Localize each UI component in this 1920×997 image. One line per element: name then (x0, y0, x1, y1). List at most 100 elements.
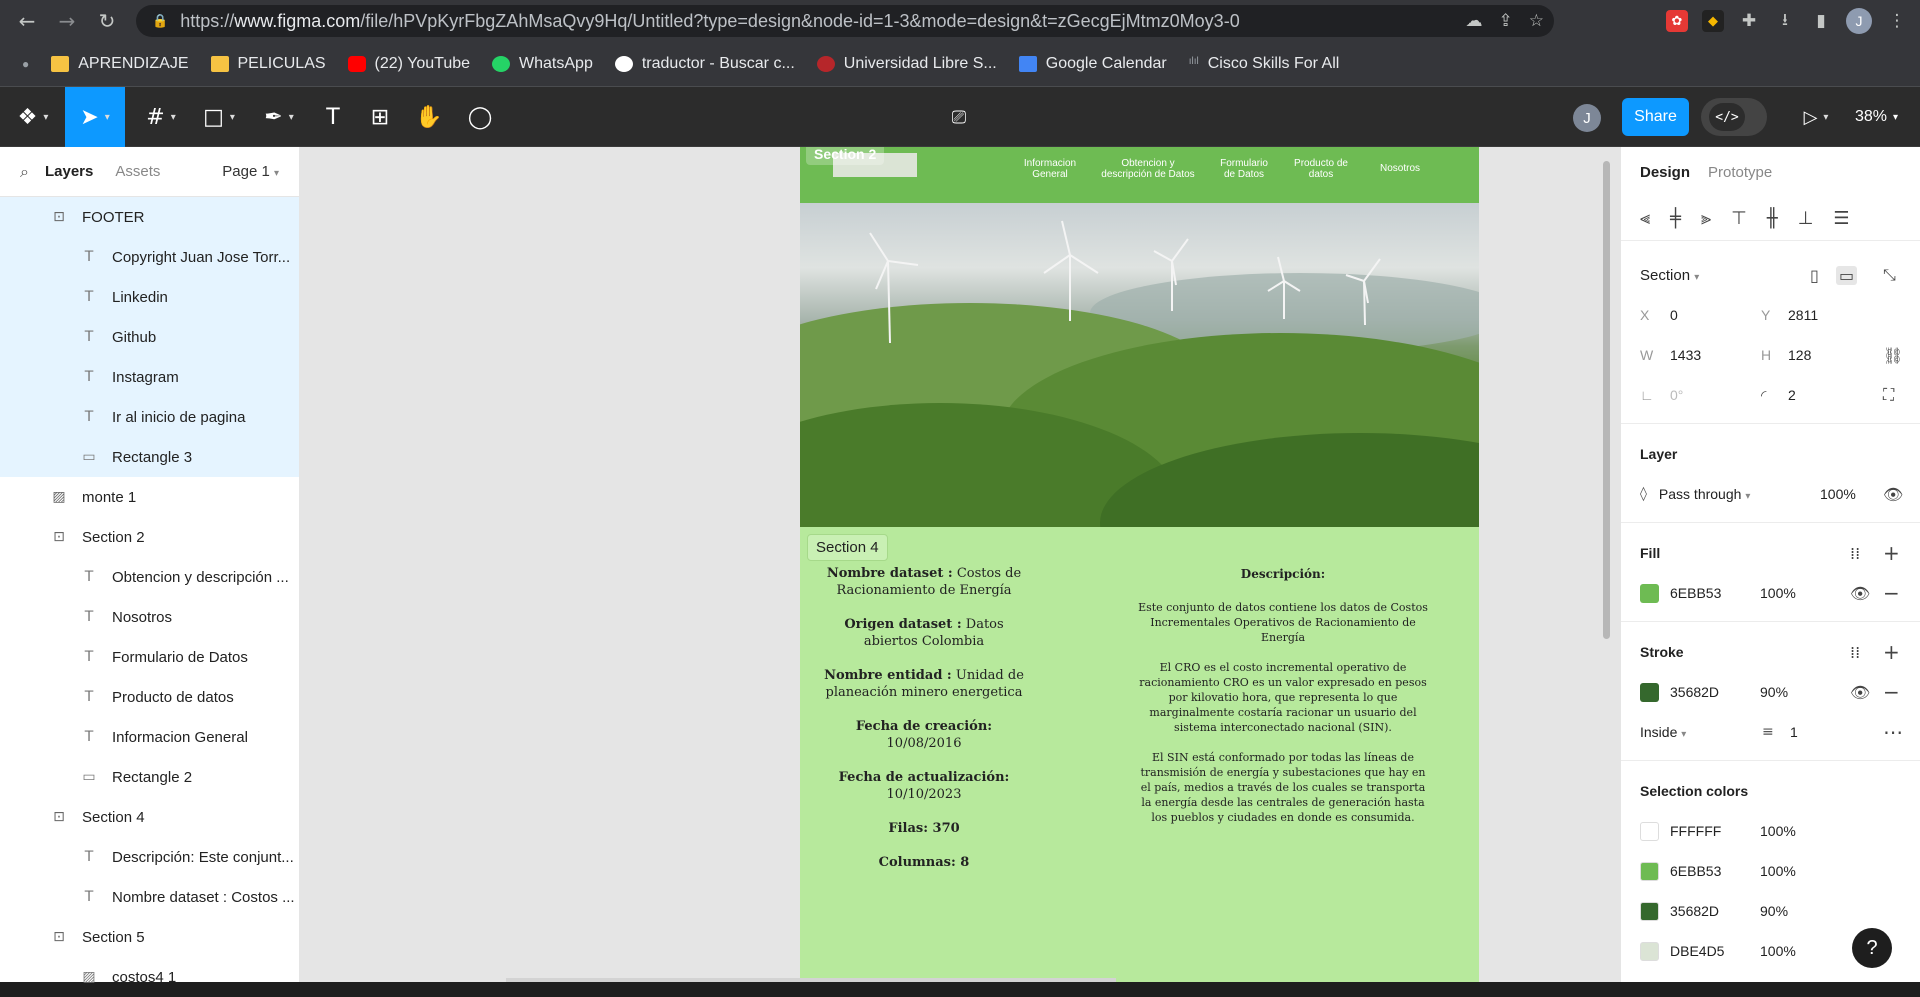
layer-row[interactable]: ▨ monte 1 (0, 477, 299, 517)
color-swatch[interactable] (1640, 861, 1659, 881)
address-bar[interactable]: 🔒 https://www.figma.com/file/hPVpKyrFbgZ… (136, 5, 1554, 37)
layer-row[interactable]: T Descripción: Este conjunt... (0, 837, 299, 877)
bookmark-item[interactable]: (22) YouTube (347, 55, 470, 73)
extension-icon[interactable]: ◆ (1702, 10, 1724, 32)
more-options-icon[interactable]: ⋯ (1883, 720, 1903, 744)
layer-row[interactable]: T Nosotros (0, 597, 299, 637)
section-2-label[interactable]: Section 2 (806, 147, 885, 165)
align-center-h-icon[interactable]: ╪ (1670, 208, 1681, 229)
nav-link-obtencion[interactable]: Obtencion y descripción de Datos (1098, 158, 1198, 180)
description-text[interactable]: Descripción: Este conjunto de datos cont… (1138, 567, 1428, 840)
shape-tool-icon[interactable]: □ ▾ (198, 87, 240, 147)
layer-row[interactable]: ▭ Rectangle 2 (0, 757, 299, 797)
stroke-opacity-input[interactable]: 90% (1760, 684, 1788, 700)
dev-mode-icon[interactable]: ⎚ (944, 87, 974, 147)
independent-corners-icon[interactable]: ⛶ (1883, 385, 1894, 405)
pen-tool-icon[interactable]: ✒ ▾ (258, 87, 300, 147)
align-right-icon[interactable]: ⫸ (1701, 208, 1711, 229)
rotation-input[interactable]: 0° (1670, 387, 1683, 403)
style-grid-icon[interactable]: ⁞⁞ (1850, 544, 1860, 563)
layer-row[interactable]: T Obtencion y descripción ... (0, 557, 299, 597)
color-hex[interactable]: 6EBB53 (1670, 863, 1721, 879)
move-tool-icon[interactable]: ➤ ▾ (65, 87, 125, 147)
section-4-frame[interactable]: Section 4 Nombre dataset : Costos de Rac… (800, 527, 1479, 982)
puzzle-icon[interactable]: ✚ (1738, 10, 1760, 32)
hand-tool-icon[interactable]: ✋ (414, 87, 444, 147)
tab-assets[interactable]: Assets (115, 163, 160, 180)
text-tool-icon[interactable]: T (318, 87, 348, 147)
align-left-icon[interactable]: ⫷ (1640, 208, 1650, 229)
color-swatch[interactable] (1640, 901, 1659, 921)
search-icon[interactable]: ⌕ (20, 162, 29, 182)
frame-type-dropdown[interactable]: Section ▾ (1640, 267, 1699, 284)
x-input[interactable]: 0 (1670, 307, 1678, 323)
bookmark-apps[interactable]: ● (22, 57, 29, 71)
bookmark-item[interactable]: PELICULAS (210, 55, 326, 73)
tab-layers[interactable]: Layers (45, 163, 93, 180)
help-button[interactable]: ? (1852, 928, 1892, 968)
landscape-icon[interactable]: ▭ (1836, 265, 1858, 285)
present-icon[interactable]: ▷ ▾ (1796, 87, 1836, 147)
figma-menu-icon[interactable]: ❖ ▾ (12, 87, 54, 147)
hero-landscape-image[interactable] (800, 203, 1479, 527)
horizontal-scrollbar[interactable] (506, 978, 1116, 982)
layer-row[interactable]: T Github (0, 317, 299, 357)
layer-row[interactable]: T Producto de datos (0, 677, 299, 717)
align-bottom-icon[interactable]: ⊥ (1798, 208, 1814, 229)
section-4-label[interactable]: Section 4 (807, 534, 888, 561)
fill-opacity-input[interactable]: 100% (1760, 585, 1796, 601)
nav-link-nosotros[interactable]: Nosotros (1372, 163, 1428, 180)
color-hex[interactable]: DBE4D5 (1670, 943, 1724, 959)
radius-input[interactable]: 2 (1788, 387, 1796, 403)
download-icon[interactable]: ⭳ (1774, 10, 1796, 32)
bookmark-item[interactable]: WhatsApp (492, 55, 593, 73)
bookmark-item[interactable]: Universidad Libre S... (816, 55, 997, 73)
layer-row[interactable]: ⊡ Section 4 (0, 797, 299, 837)
forward-icon[interactable]: → (54, 8, 80, 34)
bookmark-star-icon[interactable]: ☆ (1529, 11, 1544, 31)
layer-row[interactable]: T Instagram (0, 357, 299, 397)
share-page-icon[interactable]: ⇪ (1499, 11, 1513, 31)
stroke-hex-input[interactable]: 35682D (1670, 684, 1719, 700)
zoom-control[interactable]: 38% ▾ (1855, 87, 1898, 147)
design-canvas[interactable]: Section 2 Informacion General Obtencion … (300, 147, 1620, 982)
layer-row[interactable]: ▨ costos4 1 (0, 957, 299, 997)
add-fill-icon[interactable]: + (1883, 541, 1900, 565)
layer-row[interactable]: T Nombre dataset : Costos ... (0, 877, 299, 917)
extension-icon[interactable]: ✿ (1666, 10, 1688, 32)
blend-mode-dropdown[interactable]: Pass through ▾ (1659, 486, 1750, 502)
layer-row[interactable]: ⊡ FOOTER (0, 197, 299, 237)
color-opacity[interactable]: 100% (1760, 863, 1796, 879)
page-selector[interactable]: Page 1 ▾ (222, 163, 279, 180)
selection-color-row[interactable]: 35682D 90% (1640, 891, 1901, 931)
color-hex[interactable]: FFFFFF (1670, 823, 1721, 839)
add-stroke-icon[interactable]: + (1883, 640, 1900, 664)
stroke-swatch[interactable] (1640, 682, 1659, 702)
tab-prototype[interactable]: Prototype (1708, 164, 1772, 181)
visibility-eye-icon[interactable]: 👁 (1850, 683, 1870, 702)
vertical-scrollbar[interactable] (1603, 161, 1610, 639)
layer-row[interactable]: ⊡ Section 5 (0, 917, 299, 957)
selection-color-row[interactable]: FFFFFF 100% (1640, 811, 1901, 851)
sidepanel-icon[interactable]: ▮ (1810, 10, 1832, 32)
layer-row[interactable]: T Linkedin (0, 277, 299, 317)
reload-icon[interactable]: ↻ (94, 8, 120, 34)
cloud-icon[interactable]: ☁ (1466, 11, 1483, 31)
visibility-eye-icon[interactable]: 👁 (1850, 584, 1870, 603)
portrait-icon[interactable]: ▯ (1810, 266, 1819, 285)
style-grid-icon[interactable]: ⁞⁞ (1850, 643, 1860, 662)
stroke-position-dropdown[interactable]: Inside ▾ (1640, 724, 1686, 740)
layer-opacity-input[interactable]: 100% (1820, 486, 1856, 502)
color-opacity[interactable]: 100% (1760, 943, 1796, 959)
layer-row[interactable]: T Formulario de Datos (0, 637, 299, 677)
bookmark-item[interactable]: traductor - Buscar c... (614, 55, 795, 73)
color-opacity[interactable]: 100% (1760, 823, 1796, 839)
color-hex[interactable]: 35682D (1670, 903, 1719, 919)
layer-row[interactable]: ⊡ Section 2 (0, 517, 299, 557)
fill-swatch[interactable] (1640, 583, 1659, 603)
y-input[interactable]: 2811 (1788, 307, 1818, 323)
fill-hex-input[interactable]: 6EBB53 (1670, 585, 1721, 601)
comment-tool-icon[interactable]: ◯ (465, 87, 495, 147)
back-icon[interactable]: ← (14, 8, 40, 34)
profile-avatar[interactable]: J (1846, 8, 1872, 34)
